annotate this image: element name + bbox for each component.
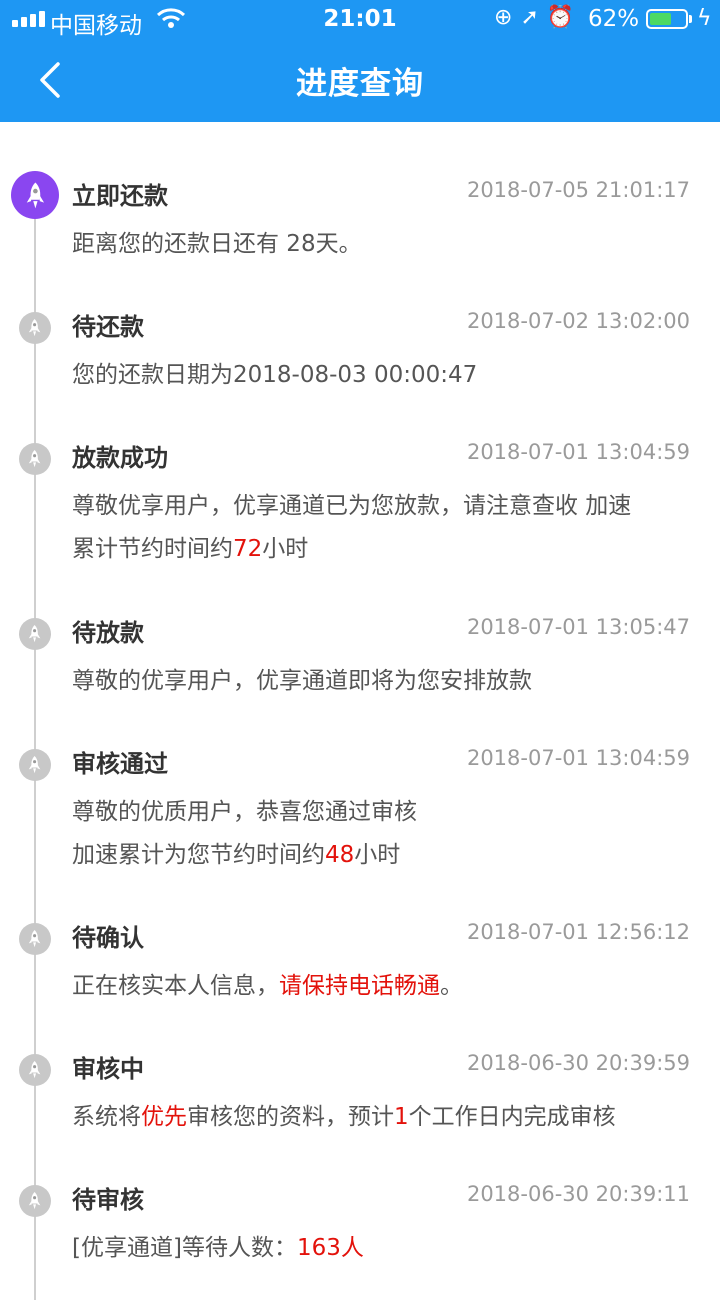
entry-title: 审核通过: [72, 750, 168, 778]
battery-level: [650, 13, 672, 25]
highlighted-text: 优先: [141, 1104, 187, 1130]
status-icons: ⊕➚⏰: [494, 5, 582, 30]
entry-description: 系统将优先审核您的资料，预计1个工作日内完成审核: [72, 1096, 692, 1139]
rocket-icon: [19, 749, 51, 781]
description-line: 系统将优先审核您的资料，预计1个工作日内完成审核: [72, 1096, 692, 1139]
entry-description: 您的还款日期为2018-08-03 00:00:47: [72, 354, 692, 397]
entry-title: 待放款: [72, 619, 144, 647]
description-text: 尊敬的优质用户，恭喜您通过审核: [72, 799, 417, 825]
entry-timestamp: 2018-07-02 13:02:00: [466, 309, 690, 333]
status-bar: 中国移动 21:01 ⊕➚⏰ 62% ϟ: [0, 0, 720, 40]
entry-timestamp: 2018-07-01 13:04:59: [466, 440, 690, 464]
rocket-icon: [19, 618, 51, 650]
description-text: 系统将: [72, 1104, 141, 1130]
description-text: 尊敬的优享用户，优享通道即将为您安排放款: [72, 668, 532, 694]
highlighted-text: 48: [325, 842, 355, 868]
rocket-icon: [19, 312, 51, 344]
description-text: 。: [440, 973, 463, 999]
entry-title: 放款成功: [72, 444, 168, 472]
description-line: [优享通道]等待人数：163人: [72, 1227, 692, 1270]
rotation-lock-icon: ⊕: [494, 5, 521, 30]
entry-description: 尊敬的优质用户，恭喜您通过审核 加速累计为您节约时间约48小时: [72, 791, 692, 877]
highlighted-text: 163人: [296, 1235, 364, 1261]
description-text: 您的还款日期为2018-08-03 00:00:47: [72, 362, 478, 388]
description-line: 尊敬的优享用户，优享通道即将为您安排放款: [72, 660, 692, 703]
entry-title: 立即还款: [72, 182, 168, 210]
battery-icon: [646, 9, 688, 29]
highlighted-text: 1: [394, 1104, 409, 1130]
app-header: 中国移动 21:01 ⊕➚⏰ 62% ϟ 进度查询: [0, 0, 720, 122]
description-text: 小时: [354, 842, 401, 868]
highlighted-text: 72: [233, 536, 263, 562]
description-text: 审核您的资料，预计: [187, 1104, 394, 1130]
battery-tip: [689, 15, 692, 23]
description-line: 您的还款日期为2018-08-03 00:00:47: [72, 354, 692, 397]
entry-timestamp: 2018-07-01 13:05:47: [466, 615, 690, 639]
description-line: 尊敬的优质用户，恭喜您通过审核: [72, 791, 692, 834]
description-text: 累计节约时间约: [72, 536, 233, 562]
description-line: 累计节约时间约72小时: [72, 528, 692, 571]
entry-title: 待审核: [72, 1186, 144, 1214]
rocket-icon: [19, 443, 51, 475]
description-line: 尊敬优享用户，优享通道已为您放款，请注意查收 加速: [72, 485, 692, 528]
charging-bolt-icon: ϟ: [697, 6, 712, 31]
description-text: 加速累计为您节约时间约: [72, 842, 325, 868]
entry-description: 尊敬优享用户，优享通道已为您放款，请注意查收 加速 累计节约时间约72小时: [72, 485, 692, 571]
rocket-icon: [19, 923, 51, 955]
entry-description: [优享通道]等待人数：163人: [72, 1227, 692, 1270]
description-text: [优享通道]等待人数：: [72, 1235, 297, 1261]
progress-timeline: 立即还款 2018-07-05 21:01:17 距离您的还款日还有 28天。 待还款…: [0, 122, 720, 1300]
entry-timestamp: 2018-06-30 20:39:11: [466, 1182, 690, 1206]
rocket-icon: [19, 1054, 51, 1086]
location-icon: ➚: [520, 5, 547, 30]
battery-percent: 62%: [588, 6, 640, 32]
description-text: 小时: [262, 536, 309, 562]
entry-description: 尊敬的优享用户，优享通道即将为您安排放款: [72, 660, 692, 703]
rocket-icon: [11, 171, 59, 219]
entry-title: 审核中: [72, 1055, 144, 1083]
description-line: 距离您的还款日还有 28天。: [72, 223, 692, 266]
entry-timestamp: 2018-07-01 13:04:59: [466, 746, 690, 770]
alarm-icon: ⏰: [546, 5, 583, 30]
description-line: 加速累计为您节约时间约48小时: [72, 834, 692, 877]
description-text: 尊敬优享用户，优享通道已为您放款，请注意查收 加速: [72, 493, 632, 519]
entry-title: 待确认: [72, 924, 144, 952]
entry-timestamp: 2018-07-01 12:56:12: [466, 920, 690, 944]
entry-description: 距离您的还款日还有 28天。: [72, 223, 692, 266]
entry-timestamp: 2018-07-05 21:01:17: [466, 178, 690, 202]
entry-title: 待还款: [72, 313, 144, 341]
page-title: 进度查询: [296, 66, 424, 102]
rocket-icon: [19, 1185, 51, 1217]
entry-description: 正在核实本人信息，请保持电话畅通。: [72, 965, 692, 1008]
entry-timestamp: 2018-06-30 20:39:59: [466, 1051, 690, 1075]
description-text: 正在核实本人信息，: [72, 973, 279, 999]
highlighted-text: 请保持电话畅通: [279, 973, 440, 999]
description-line: 正在核实本人信息，请保持电话畅通。: [72, 965, 692, 1008]
description-text: 距离您的还款日还有 28天。: [72, 231, 362, 257]
description-text: 个工作日内完成审核: [408, 1104, 616, 1130]
